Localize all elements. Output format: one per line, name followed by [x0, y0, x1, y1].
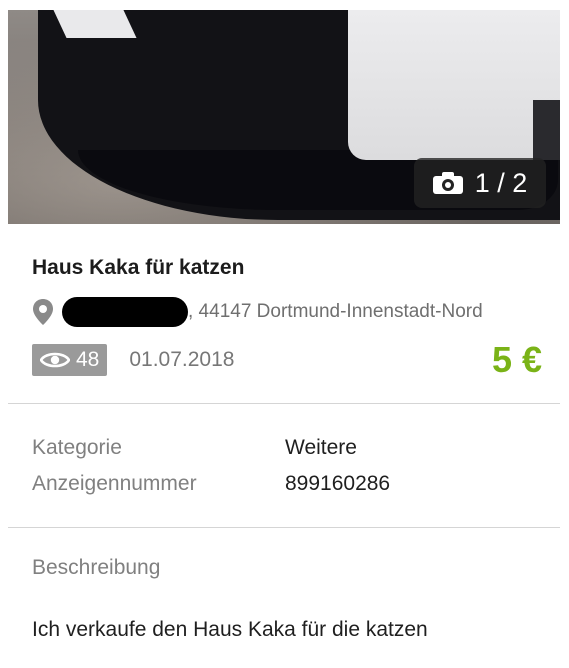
meta-row: 48 01.07.2018 5 €	[32, 339, 542, 380]
redacted-street	[62, 297, 188, 327]
detail-row-category: Kategorie Weitere	[32, 430, 542, 466]
listing-photo[interactable]: 1 / 2	[8, 10, 560, 224]
description-text: Ich verkaufe den Haus Kaka für die katze…	[32, 618, 428, 641]
location-text: , 44147 Dortmund-Innenstadt-Nord	[188, 301, 483, 322]
views-count: 48	[76, 348, 100, 371]
detail-row-ad-number: Anzeigennummer 899160286	[32, 466, 542, 502]
divider	[8, 527, 560, 528]
detail-label: Kategorie	[32, 436, 122, 459]
photo-white-panel	[348, 10, 560, 160]
divider	[8, 403, 560, 404]
listing-title: Haus Kaka für katzen	[32, 256, 245, 279]
detail-label: Anzeigennummer	[32, 472, 197, 495]
views-badge: 48	[32, 344, 108, 376]
camera-icon	[432, 172, 463, 194]
photo-counter-text: 1 / 2	[474, 167, 528, 198]
photo-edge-detail	[533, 100, 560, 160]
photo-counter-badge[interactable]: 1 / 2	[414, 158, 546, 208]
location-row[interactable]: , 44147 Dortmund-Innenstadt-Nord	[32, 292, 552, 332]
photo-white-detail	[53, 10, 137, 38]
description-heading: Beschreibung	[32, 556, 161, 579]
listing-date: 01.07.2018	[129, 348, 235, 371]
listing-price: 5 €	[491, 339, 542, 380]
detail-value: 899160286	[285, 472, 391, 495]
eye-icon	[40, 352, 70, 368]
detail-value: Weitere	[285, 436, 357, 459]
location-pin-icon	[33, 299, 53, 325]
details-section: Kategorie Weitere Anzeigennummer 8991602…	[32, 430, 542, 502]
